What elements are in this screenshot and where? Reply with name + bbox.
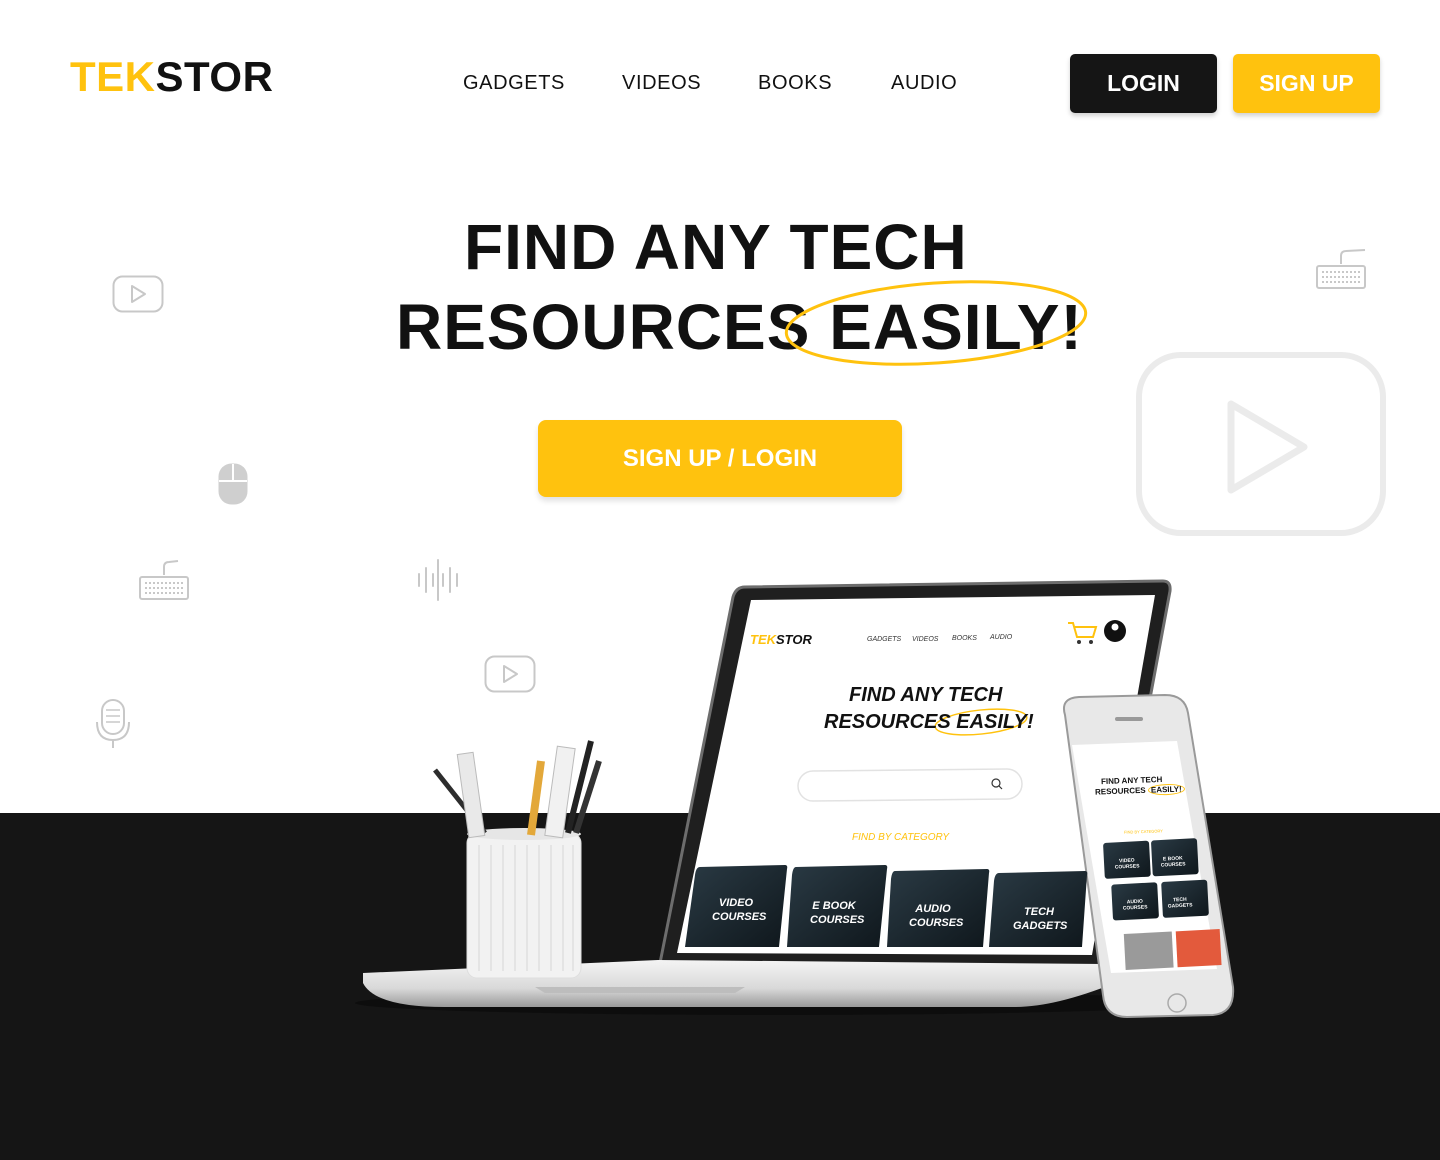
microphone-icon <box>96 699 130 748</box>
mockup-nav-books: BOOKS <box>952 635 977 642</box>
phone-card-tech: TECH GADGETS <box>1160 896 1201 910</box>
mockup-card-tech: TECH GADGETS <box>1013 905 1068 933</box>
mockup-card-video: VIDEO COURSES <box>712 896 767 924</box>
mockup-card-audio-l2: COURSES <box>909 917 964 929</box>
hero-title-line1: FIND ANY TECH <box>464 211 968 283</box>
mockup-card-video-l1: VIDEO <box>718 897 754 909</box>
mouse-icon <box>218 463 248 505</box>
mockup-nav-gadgets: GADGETS <box>867 636 902 643</box>
mockup-nav-videos: VIDEOS <box>912 636 939 643</box>
mockup-nav-audio: AUDIO <box>990 634 1013 641</box>
logo-part-stor: STOR <box>155 53 274 100</box>
highlight-ellipse <box>784 280 1088 366</box>
keyboard-icon <box>139 560 189 600</box>
mockup-card-tech-l2: GADGETS <box>1013 920 1068 932</box>
play-icon <box>112 275 164 313</box>
signup-login-cta-button[interactable]: SIGN UP / LOGIN <box>538 420 902 497</box>
mockup-card-ebook-l1: E BOOK <box>812 900 856 912</box>
mockup-card-audio-l1: AUDIO <box>915 903 951 915</box>
mockup-card-video-l2: COURSES <box>712 911 767 923</box>
mockup-card-ebook-l2: COURSES <box>810 914 865 926</box>
phone-card-audio: AUDIO COURSES <box>1115 898 1156 912</box>
mockup-logo-tek: TEK <box>750 632 776 647</box>
mockup-title-easily: EASILY! <box>956 711 1034 733</box>
mockup-card-ebook: E BOOK COURSES <box>810 899 865 927</box>
nav-books[interactable]: BOOKS <box>758 72 832 95</box>
keyboard-icon <box>1316 249 1366 289</box>
phone-card-video: VIDEO COURSES <box>1107 857 1148 871</box>
mockup-logo: TEKSTOR <box>750 632 812 647</box>
logo-part-tek: TEK <box>70 53 156 100</box>
logo[interactable]: TEKSTOR <box>70 54 273 100</box>
mockup-title-line2: RESOURCES EASILY! <box>824 711 1034 734</box>
login-button[interactable]: LOGIN <box>1070 54 1217 113</box>
mockup-title-resources: RESOURCES <box>824 711 957 733</box>
phone-card-ebook: E BOOK COURSES <box>1153 855 1194 869</box>
nav-videos[interactable]: VIDEOS <box>622 72 701 95</box>
mockup-card-audio: AUDIO COURSES <box>909 902 964 930</box>
nav-gadgets[interactable]: GADGETS <box>463 72 565 95</box>
phone-title-resources: RESOURCES <box>1094 785 1149 797</box>
mockup-logo-stor: STOR <box>776 632 812 647</box>
nav-audio[interactable]: AUDIO <box>891 72 957 95</box>
large-play-icon <box>1136 352 1386 536</box>
mockup-category-label: FIND BY CATEGORY <box>852 832 950 843</box>
hero-title-resources: RESOURCES <box>396 291 830 363</box>
signup-button[interactable]: SIGN UP <box>1233 54 1380 113</box>
mockup-card-tech-l1: TECH <box>1024 906 1054 918</box>
mockup-title-line1: FIND ANY TECH <box>849 684 1003 706</box>
